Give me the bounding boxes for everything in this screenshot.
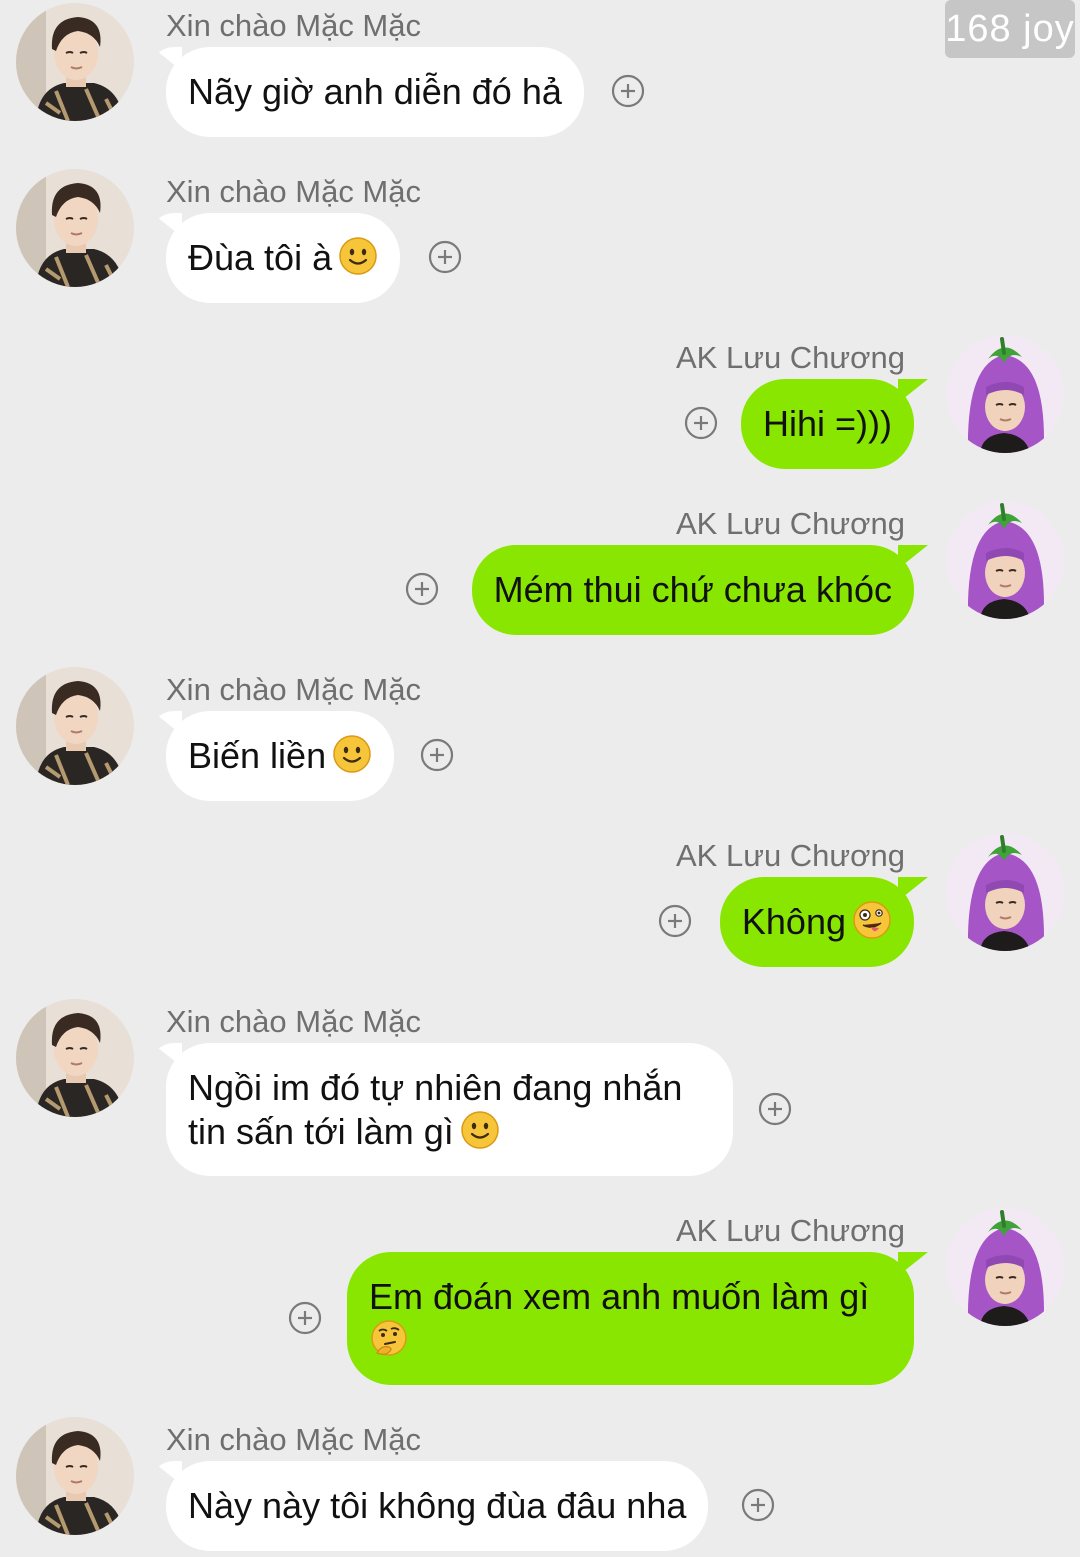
avatar[interactable] — [946, 335, 1064, 453]
avatar-man-photo-icon — [16, 1417, 134, 1535]
message-bubble-incoming[interactable]: Đùa tôi à — [166, 213, 401, 303]
avatar-man-photo-icon — [16, 667, 134, 785]
sender-name: AK Lưu Chương — [675, 340, 905, 375]
message-text: Này này tôi không đùa đâu nha — [188, 1485, 687, 1526]
message-bubble-outgoing[interactable]: Hihi =))) — [740, 379, 914, 469]
message-bubble-incoming[interactable]: Biến liền — [166, 711, 395, 801]
slightly-smiling-emoji-icon — [338, 236, 378, 276]
plus-circle-icon[interactable] — [428, 240, 462, 274]
avatar[interactable] — [16, 3, 134, 121]
slightly-smiling-emoji-icon — [460, 1110, 500, 1150]
message-text: Mém thui chứ chưa khóc — [493, 569, 892, 610]
plus-circle-icon[interactable] — [288, 1301, 322, 1335]
sender-name: Xin chào Mặc Mặc — [166, 672, 421, 707]
plus-circle-icon[interactable] — [420, 738, 454, 772]
message-text: Ngồi im đó tự nhiên đang nhắn tin sấn tớ… — [188, 1067, 683, 1152]
sender-name: Xin chào Mặc Mặc — [166, 174, 421, 209]
sender-name: Xin chào Mặc Mặc — [166, 1422, 421, 1457]
avatar-man-photo-icon — [16, 999, 134, 1117]
avatar-eggplant-hat-icon — [946, 833, 1064, 951]
avatar[interactable] — [16, 169, 134, 287]
avatar[interactable] — [16, 1417, 134, 1535]
slightly-smiling-emoji-icon — [332, 734, 372, 774]
message-bubble-incoming[interactable]: Nãy giờ anh diễn đó hả — [166, 47, 584, 137]
message-bubble-outgoing[interactable]: Em đoán xem anh muốn làm gì — [347, 1252, 914, 1385]
message-bubble-incoming[interactable]: Này này tôi không đùa đâu nha — [166, 1461, 709, 1551]
message-bubble-outgoing[interactable]: Không — [719, 877, 914, 967]
plus-circle-icon[interactable] — [758, 1092, 792, 1126]
avatar-man-photo-icon — [16, 3, 134, 121]
message-bubble-outgoing[interactable]: Mém thui chứ chưa khóc — [471, 545, 914, 635]
message-text: Em đoán xem anh muốn làm gì — [369, 1276, 870, 1317]
watermark: 168 joy — [945, 0, 1075, 58]
avatar-man-photo-icon — [16, 169, 134, 287]
sender-name: AK Lưu Chương — [675, 506, 905, 541]
zany-face-emoji-icon — [852, 900, 892, 940]
message-text: Biến liền — [188, 735, 327, 776]
sender-name: Xin chào Mặc Mặc — [166, 8, 421, 43]
message-text: Không — [741, 901, 846, 942]
message-text: Hihi =))) — [762, 403, 892, 444]
plus-circle-icon[interactable] — [658, 904, 692, 938]
avatar-eggplant-hat-icon — [946, 335, 1064, 453]
thinking-face-emoji-icon — [369, 1319, 409, 1359]
avatar[interactable] — [946, 501, 1064, 619]
message-bubble-incoming[interactable]: Ngồi im đó tự nhiên đang nhắn tin sấn tớ… — [166, 1043, 733, 1176]
message-text: Nãy giờ anh diễn đó hả — [188, 71, 562, 112]
sender-name: AK Lưu Chương — [675, 1213, 905, 1248]
sender-name: Xin chào Mặc Mặc — [166, 1004, 421, 1039]
plus-circle-icon[interactable] — [611, 74, 645, 108]
avatar-eggplant-hat-icon — [946, 1208, 1064, 1326]
avatar[interactable] — [16, 999, 134, 1117]
plus-circle-icon[interactable] — [405, 572, 439, 606]
avatar[interactable] — [946, 833, 1064, 951]
sender-name: AK Lưu Chương — [675, 838, 905, 873]
message-text: Đùa tôi à — [188, 237, 333, 278]
avatar[interactable] — [16, 667, 134, 785]
avatar-eggplant-hat-icon — [946, 501, 1064, 619]
plus-circle-icon[interactable] — [684, 406, 718, 440]
avatar[interactable] — [946, 1208, 1064, 1326]
plus-circle-icon[interactable] — [741, 1488, 775, 1522]
